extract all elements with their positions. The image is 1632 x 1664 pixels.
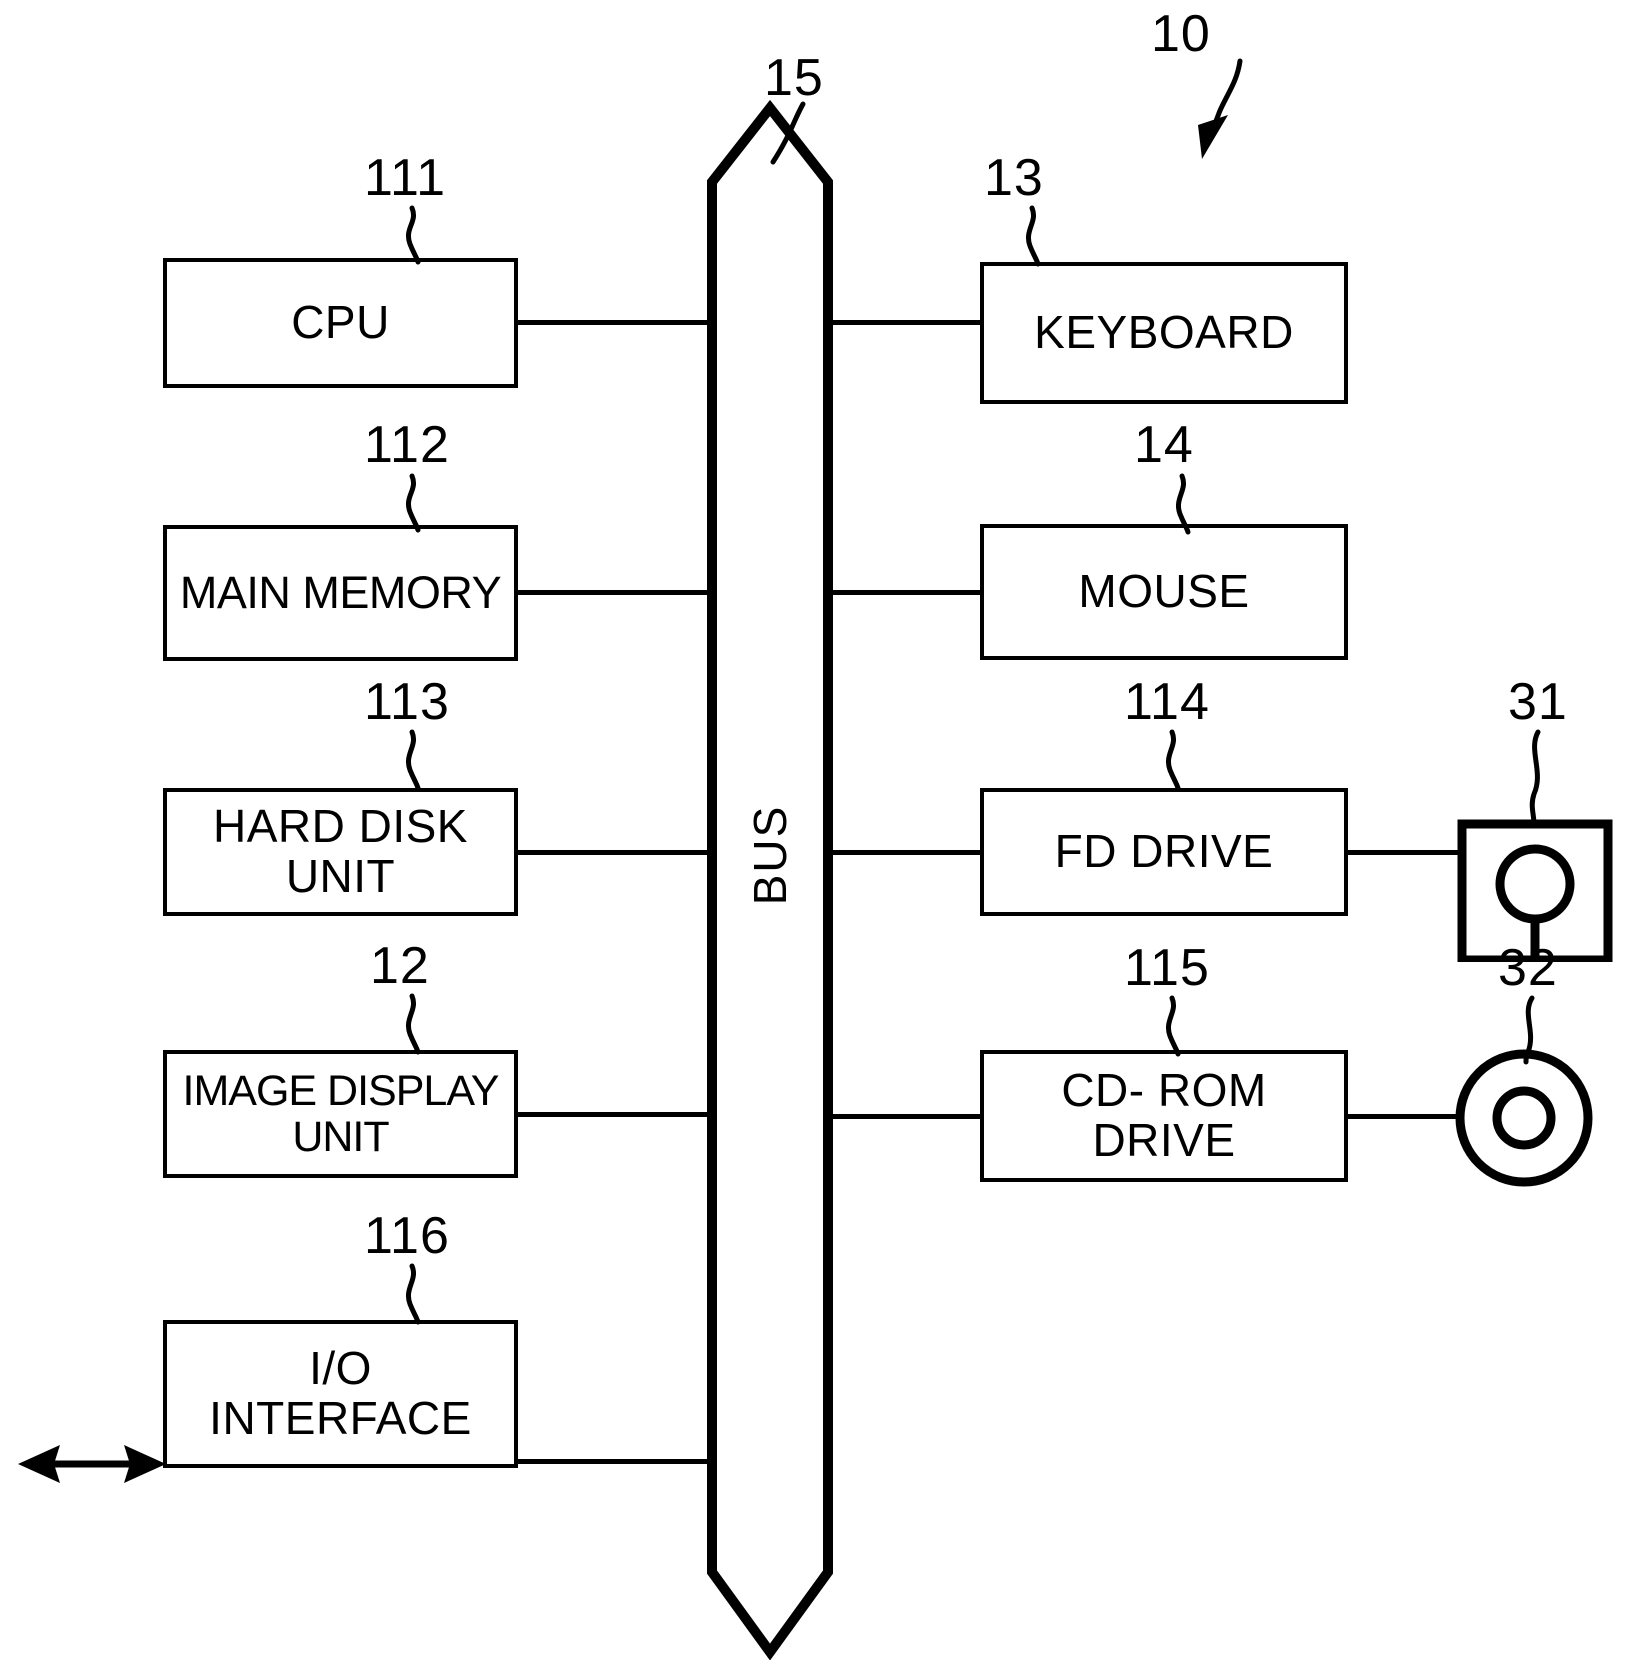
reference-numeral-32: 32: [1498, 939, 1558, 997]
wire-fd-drive-to-floppy: [1344, 850, 1466, 855]
wire-bus-to-fd-drive: [822, 850, 984, 855]
block-label-keyboard: KEYBOARD: [1034, 306, 1294, 359]
bus-label: BUS: [744, 804, 796, 906]
block-label-io-interface: I/O INTERFACE: [209, 1342, 472, 1444]
block-label-fd-drive: FD DRIVE: [1054, 825, 1274, 878]
block-label-cpu: CPU: [291, 296, 390, 349]
wire-main-memory-to-bus: [514, 590, 716, 595]
block-hard-disk-unit: HARD DISK UNIT: [163, 788, 518, 916]
leader-line-114: [1166, 729, 1181, 791]
reference-numeral-111: 111: [364, 149, 447, 207]
reference-numeral-112: 112: [364, 416, 450, 474]
block-keyboard: KEYBOARD: [980, 262, 1348, 404]
block-label-mouse: MOUSE: [1078, 565, 1250, 618]
wire-image-display-to-bus: [514, 1112, 716, 1117]
wire-bus-to-cd-rom-drive: [822, 1114, 984, 1119]
leader-line-12: [406, 993, 421, 1055]
leader-line-111: [406, 205, 421, 265]
leader-line-32: [1523, 995, 1535, 1065]
reference-numeral-14: 14: [1134, 416, 1194, 474]
wire-bus-to-mouse: [822, 590, 984, 595]
leader-line-113: [406, 729, 421, 791]
block-label-main-memory: MAIN MEMORY: [179, 566, 502, 618]
block-main-memory: MAIN MEMORY: [163, 525, 518, 661]
compact-disc-icon: [1455, 1049, 1593, 1187]
leader-line-10: [1198, 58, 1243, 159]
reference-numeral-113: 113: [364, 673, 450, 731]
block-label-cd-rom-drive: CD- ROM DRIVE: [1061, 1064, 1267, 1166]
reference-numeral-12: 12: [370, 937, 430, 995]
block-fd-drive: FD DRIVE: [980, 788, 1348, 916]
wire-cpu-to-bus: [514, 320, 716, 325]
block-label-image-display-unit: IMAGE DISPLAY UNIT: [182, 1066, 500, 1161]
figure-canvas: 10 15 BUS 111 CPU 112 MAIN MEMORY 113 HA…: [0, 0, 1632, 1664]
wire-hard-disk-to-bus: [514, 850, 716, 855]
leader-line-13: [1026, 205, 1041, 267]
leader-line-31: [1529, 729, 1541, 827]
block-image-display-unit: IMAGE DISPLAY UNIT: [163, 1050, 518, 1178]
leader-line-15: [770, 101, 806, 165]
block-cpu: CPU: [163, 258, 518, 388]
reference-numeral-13: 13: [984, 149, 1044, 207]
reference-numeral-115: 115: [1124, 939, 1210, 997]
block-label-hard-disk-unit: HARD DISK UNIT: [213, 800, 468, 902]
leader-line-112: [406, 473, 421, 533]
block-mouse: MOUSE: [980, 524, 1348, 660]
block-cd-rom-drive: CD- ROM DRIVE: [980, 1050, 1348, 1182]
reference-numeral-116: 116: [364, 1207, 450, 1265]
leader-line-14: [1176, 473, 1191, 535]
leader-line-116: [406, 1263, 421, 1325]
external-io-arrow-icon: [18, 1445, 166, 1483]
reference-numeral-31: 31: [1508, 673, 1568, 731]
wire-bus-to-keyboard: [822, 320, 984, 325]
block-io-interface: I/O INTERFACE: [163, 1320, 518, 1468]
wire-io-interface-to-bus: [514, 1459, 716, 1464]
reference-numeral-15: 15: [764, 49, 824, 107]
reference-numeral-114: 114: [1124, 673, 1210, 731]
leader-line-115: [1166, 995, 1181, 1057]
wire-cd-rom-to-disc: [1344, 1114, 1468, 1119]
